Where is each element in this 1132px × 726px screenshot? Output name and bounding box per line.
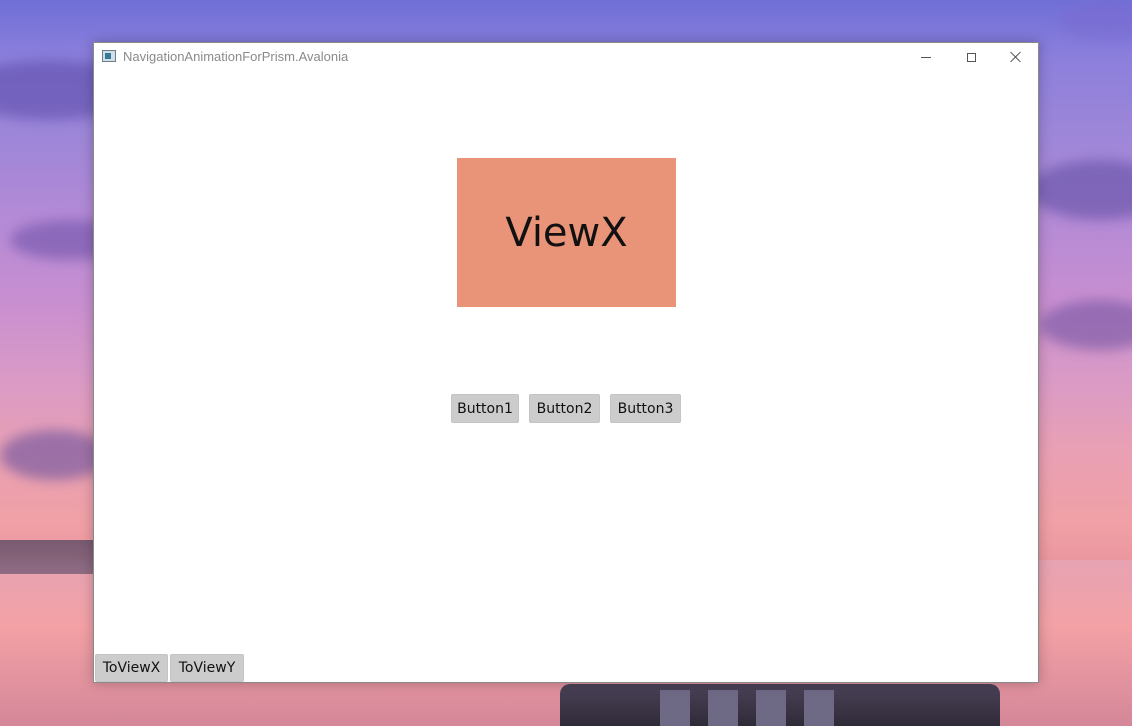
to-view-x-button[interactable]: ToViewX bbox=[95, 654, 168, 682]
minimize-icon bbox=[921, 56, 931, 58]
window-title: NavigationAnimationForPrism.Avalonia bbox=[123, 49, 349, 64]
button3[interactable]: Button3 bbox=[610, 394, 681, 423]
to-view-y-button[interactable]: ToViewY bbox=[170, 654, 244, 682]
close-button[interactable] bbox=[993, 43, 1039, 71]
minimize-button[interactable] bbox=[903, 43, 949, 71]
app-icon bbox=[102, 50, 116, 62]
button2[interactable]: Button2 bbox=[529, 394, 600, 423]
maximize-icon bbox=[966, 52, 976, 62]
view-label: ViewX bbox=[505, 209, 628, 256]
app-window: NavigationAnimationForPrism.Avalonia Vie… bbox=[93, 42, 1039, 683]
button1[interactable]: Button1 bbox=[451, 394, 519, 423]
title-bar[interactable]: NavigationAnimationForPrism.Avalonia bbox=[94, 43, 1038, 71]
close-icon bbox=[1010, 51, 1022, 63]
view-region: ViewX bbox=[457, 158, 676, 307]
maximize-button[interactable] bbox=[948, 43, 994, 71]
